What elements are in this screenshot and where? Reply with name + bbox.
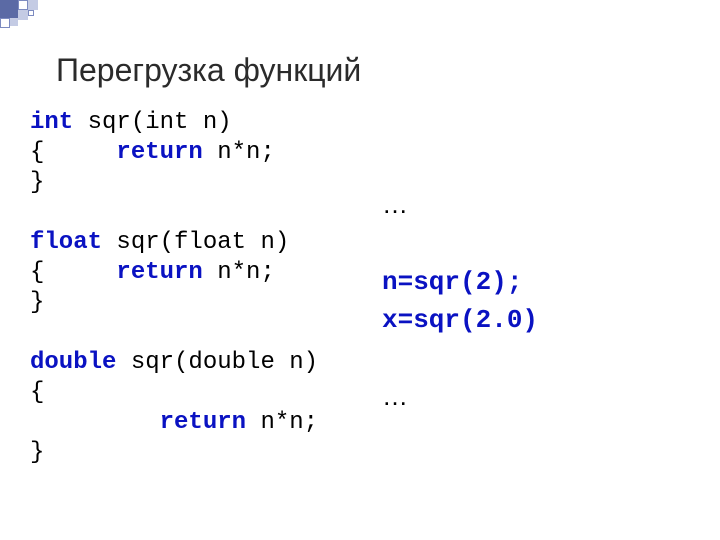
- code-text: {: [30, 379, 44, 406]
- decor-square: [0, 18, 10, 28]
- decor-square: [18, 10, 28, 20]
- ellipsis: …: [382, 381, 408, 411]
- usage-line: x=sqr(2.0): [382, 305, 538, 335]
- decor-square: [10, 18, 18, 26]
- code-text: n*n;: [203, 139, 275, 166]
- ellipsis: …: [382, 189, 408, 219]
- code-text: sqr(float n): [102, 229, 289, 256]
- code-text: }: [30, 169, 44, 196]
- decor-square: [28, 10, 34, 16]
- code-text: [30, 409, 160, 436]
- code-text: n*n;: [246, 409, 318, 436]
- decor-square: [0, 0, 18, 18]
- decorative-squares: [0, 0, 62, 36]
- code-text: sqr(double n): [116, 349, 318, 376]
- code-text: {: [30, 259, 116, 286]
- slide-title: Перегрузка функций: [56, 52, 361, 89]
- keyword-return: return: [160, 409, 246, 436]
- keyword-float: float: [30, 229, 102, 256]
- decor-square: [28, 0, 38, 10]
- keyword-double: double: [30, 349, 116, 376]
- code-text: n*n;: [203, 259, 275, 286]
- keyword-return: return: [116, 139, 202, 166]
- keyword-return: return: [116, 259, 202, 286]
- usage-line: n=sqr(2);: [382, 267, 522, 297]
- code-text: {: [30, 139, 116, 166]
- slide: Перегрузка функций int sqr(int n) { retu…: [0, 0, 720, 540]
- decor-square: [18, 0, 28, 10]
- code-block-usage: … n=sqr(2); x=sqr(2.0) …: [382, 185, 538, 417]
- code-block-definitions: int sqr(int n) { return n*n; } float sqr…: [30, 108, 318, 468]
- code-text: sqr(int n): [73, 109, 231, 136]
- code-text: }: [30, 289, 44, 316]
- code-text: }: [30, 439, 44, 466]
- keyword-int: int: [30, 109, 73, 136]
